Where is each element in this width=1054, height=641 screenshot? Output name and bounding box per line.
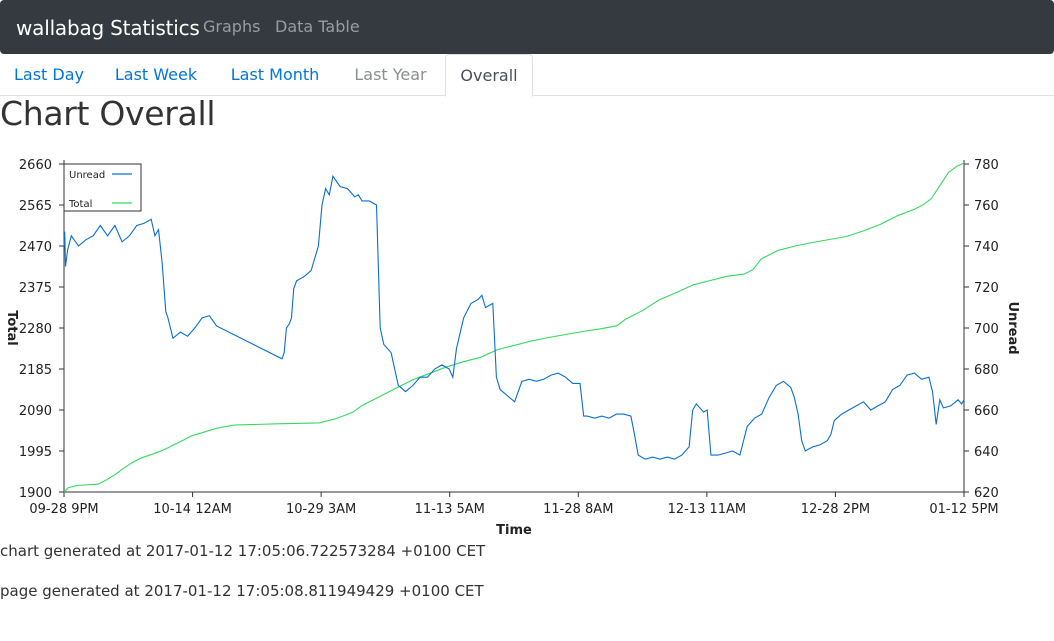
y-left-tick-label: 2090 bbox=[19, 404, 52, 419]
x-tick-label: 11-13 5AM bbox=[415, 502, 485, 517]
page-generated-timestamp: page generated at 2017-01-12 17:05:08.81… bbox=[0, 582, 484, 600]
y-left-tick-label: 1900 bbox=[19, 486, 52, 501]
tab-overall[interactable]: Overall bbox=[445, 54, 533, 97]
x-tick-label: 01-12 5PM bbox=[929, 502, 998, 517]
y-left-tick-label: 1995 bbox=[19, 445, 52, 460]
page-title: Chart Overall bbox=[0, 94, 216, 133]
x-tick-label: 10-14 12AM bbox=[153, 502, 232, 517]
y-left-tick-label: 2565 bbox=[19, 199, 52, 214]
y-left-tick-label: 2280 bbox=[19, 322, 52, 337]
time-range-tabs: Last Day Last Week Last Month Last Year … bbox=[0, 54, 1054, 97]
x-tick-label: 09-28 9PM bbox=[29, 502, 98, 517]
legend-label-unread: Unread bbox=[69, 170, 105, 181]
x-tick-label: 12-28 2PM bbox=[801, 502, 870, 517]
y-left-tick-label: 2660 bbox=[19, 158, 52, 173]
nav-link-graphs[interactable]: Graphs bbox=[203, 17, 260, 37]
tab-last-year: Last Year bbox=[354, 65, 427, 84]
y-right-tick-label: 780 bbox=[974, 158, 999, 173]
x-tick-label: 12-13 11AM bbox=[668, 502, 747, 517]
x-tick-label: 11-28 8AM bbox=[543, 502, 613, 517]
nav-link-data-table[interactable]: Data Table bbox=[275, 17, 360, 37]
y-right-tick-label: 620 bbox=[974, 486, 999, 501]
total-series-line bbox=[63, 162, 965, 493]
y-right-tick-label: 740 bbox=[974, 240, 999, 255]
y-right-tick-label: 760 bbox=[974, 199, 999, 214]
overall-chart: 1900 1995 2090 2185 2280 2375 2470 2565 2660 620 6… bbox=[4, 158, 1020, 538]
y-left-tick-label: 2375 bbox=[19, 281, 52, 296]
legend-label-total: Total bbox=[68, 199, 92, 210]
unread-series-line bbox=[63, 174, 965, 460]
y-axis-right-label: Unread bbox=[1005, 301, 1020, 354]
chart-plot-area bbox=[63, 162, 965, 493]
chart-legend: Unread Total bbox=[63, 163, 142, 212]
x-axis-label: Time bbox=[496, 523, 532, 538]
tab-last-day[interactable]: Last Day bbox=[0, 54, 98, 96]
y-left-tick-label: 2185 bbox=[19, 363, 52, 378]
x-tick-label: 10-29 3AM bbox=[286, 502, 356, 517]
tab-last-week[interactable]: Last Week bbox=[98, 54, 214, 96]
tab-last-month[interactable]: Last Month bbox=[214, 54, 336, 96]
brand-title[interactable]: wallabag Statistics bbox=[16, 14, 200, 42]
y-right-tick-label: 700 bbox=[974, 322, 999, 337]
y-right-tick-label: 660 bbox=[974, 404, 999, 419]
y-right-tick-label: 640 bbox=[974, 445, 999, 460]
chart-generated-timestamp: chart generated at 2017-01-12 17:05:06.7… bbox=[0, 542, 486, 560]
chart-axes: 1900 1995 2090 2185 2280 2375 2470 2565 2660 620 6… bbox=[4, 158, 1020, 538]
navbar: wallabag Statistics Graphs Data Table bbox=[0, 0, 1054, 54]
y-left-tick-label: 2470 bbox=[19, 240, 52, 255]
y-axis-left-label: Total bbox=[4, 310, 19, 346]
y-right-tick-label: 720 bbox=[974, 281, 999, 296]
y-right-tick-label: 680 bbox=[974, 363, 999, 378]
